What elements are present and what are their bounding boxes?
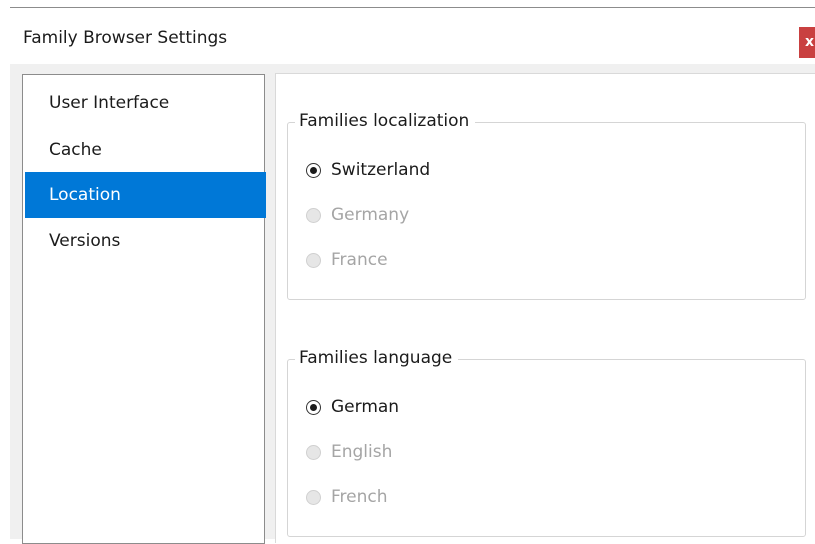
title-bar: Family Browser Settings — [0, 8, 815, 64]
radio-unchecked-icon — [306, 444, 321, 460]
radio-label: English — [331, 442, 393, 462]
radio-unchecked-icon — [306, 207, 321, 223]
radio-unchecked-icon — [306, 252, 321, 268]
radio-germany: Germany — [306, 201, 409, 229]
radio-label: French — [331, 487, 388, 507]
radio-checked-icon[interactable] — [306, 162, 321, 178]
radio-german[interactable]: German — [306, 393, 399, 421]
content-area: User Interface Cache Location Versions F… — [10, 64, 815, 544]
nav-item-location[interactable]: Location — [25, 172, 266, 218]
settings-window: Family Browser Settings x User Interface… — [0, 0, 815, 544]
radio-label: German — [331, 397, 400, 417]
radio-english: English — [306, 438, 392, 466]
close-button[interactable]: x — [799, 27, 815, 58]
families-language-group: Families language German English French — [287, 346, 806, 537]
nav-item-user-interface[interactable]: User Interface — [25, 80, 266, 126]
settings-category-list: User Interface Cache Location Versions — [22, 74, 266, 544]
families-localization-title: Families localization — [295, 109, 476, 133]
families-language-title: Families language — [295, 346, 459, 370]
window-title: Family Browser Settings — [23, 28, 228, 48]
radio-french: French — [306, 483, 388, 511]
radio-unchecked-icon — [306, 489, 321, 505]
nav-item-cache[interactable]: Cache — [25, 127, 266, 173]
radio-switzerland[interactable]: Switzerland — [306, 156, 430, 184]
radio-label: Germany — [331, 205, 410, 225]
nav-item-versions[interactable]: Versions — [25, 218, 266, 264]
families-localization-group: Families localization Switzerland German… — [287, 109, 806, 300]
radio-label: France — [331, 250, 388, 270]
radio-checked-icon[interactable] — [306, 399, 321, 415]
radio-france: France — [306, 246, 388, 274]
radio-label: Switzerland — [331, 160, 431, 180]
location-settings-panel: Families localization Switzerland German… — [275, 73, 815, 543]
